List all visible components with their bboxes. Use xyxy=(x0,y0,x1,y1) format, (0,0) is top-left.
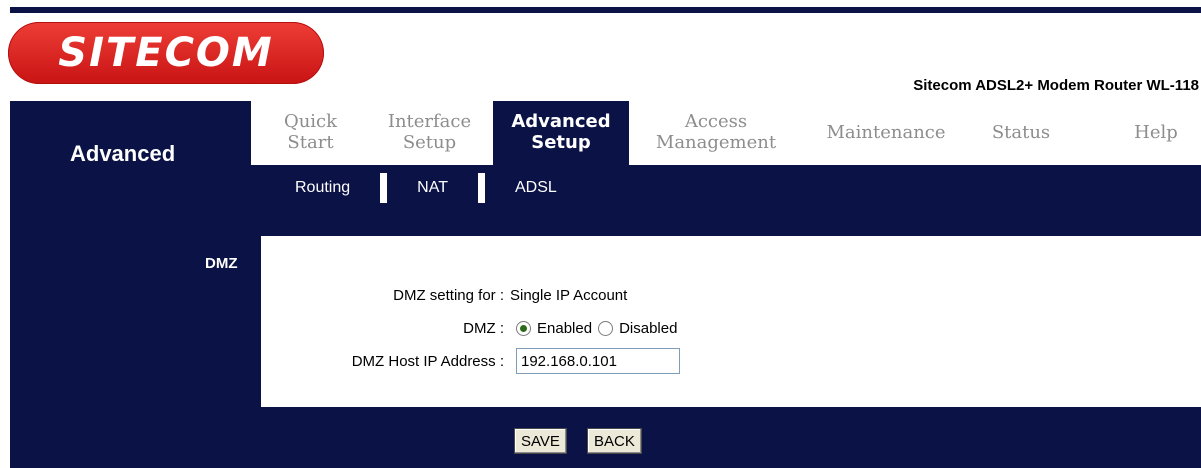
tab-label: Status xyxy=(991,121,1051,143)
sitecom-logo: SITECOM xyxy=(8,22,324,84)
model-name: Sitecom ADSL2+ Modem Router WL-118 xyxy=(913,77,1199,94)
tab-help[interactable]: Help xyxy=(1111,101,1201,165)
dmz-host-ip-row: DMZ Host IP Address : xyxy=(260,348,680,374)
tab-interface-setup[interactable]: Interface Setup xyxy=(371,101,488,165)
tab-advanced-setup[interactable]: Advanced Setup xyxy=(493,101,629,165)
dmz-disabled-radio[interactable] xyxy=(598,321,614,336)
subnav-item-routing[interactable]: Routing xyxy=(295,179,350,197)
sub-navigation: Routing NAT ADSL xyxy=(251,170,557,206)
dmz-setting-for-label: DMZ setting for : xyxy=(393,287,504,304)
tab-label: Interface Setup xyxy=(387,111,472,153)
tab-access-management[interactable]: Access Management xyxy=(636,101,796,165)
radio-selected-dot xyxy=(520,325,527,332)
tab-maintenance[interactable]: Maintenance xyxy=(811,101,961,165)
dmz-enabled-radio[interactable] xyxy=(516,321,531,336)
tab-label: Advanced Setup xyxy=(511,111,611,153)
subnav-divider xyxy=(477,173,485,203)
dmz-disabled-label: Disabled xyxy=(619,320,678,337)
subnav-item-adsl[interactable]: ADSL xyxy=(515,179,557,197)
dmz-enabled-label: Enabled xyxy=(537,320,593,337)
tab-label: Quick Start xyxy=(283,111,338,153)
subnav-divider xyxy=(380,173,388,203)
save-button[interactable]: SAVE xyxy=(514,428,567,454)
dmz-host-ip-label: DMZ Host IP Address : xyxy=(351,352,504,370)
tab-label: Help xyxy=(1134,121,1178,143)
subnav-item-nat[interactable]: NAT xyxy=(417,179,448,197)
section-title: Advanced xyxy=(70,141,176,166)
main-navigation: Quick Start Interface Setup Advanced Set… xyxy=(251,101,1201,165)
tab-label: Maintenance xyxy=(826,121,946,143)
dmz-setting-for-row: DMZ setting for : Single IP Account xyxy=(260,287,627,304)
dmz-setting-for-value: Single IP Account xyxy=(510,287,628,304)
dmz-label: DMZ : xyxy=(463,320,504,337)
dmz-mode-row: DMZ : Enabled Disabled xyxy=(260,320,677,337)
tab-label: Access Management xyxy=(655,111,777,153)
logo-text: SITECOM xyxy=(58,30,274,76)
back-button[interactable]: BACK xyxy=(587,428,642,454)
tab-status[interactable]: Status xyxy=(971,101,1071,165)
dmz-host-ip-input[interactable] xyxy=(516,348,680,374)
sidebar-label-dmz: DMZ xyxy=(205,255,238,272)
top-border xyxy=(10,7,1201,13)
tab-quick-start[interactable]: Quick Start xyxy=(251,101,370,165)
